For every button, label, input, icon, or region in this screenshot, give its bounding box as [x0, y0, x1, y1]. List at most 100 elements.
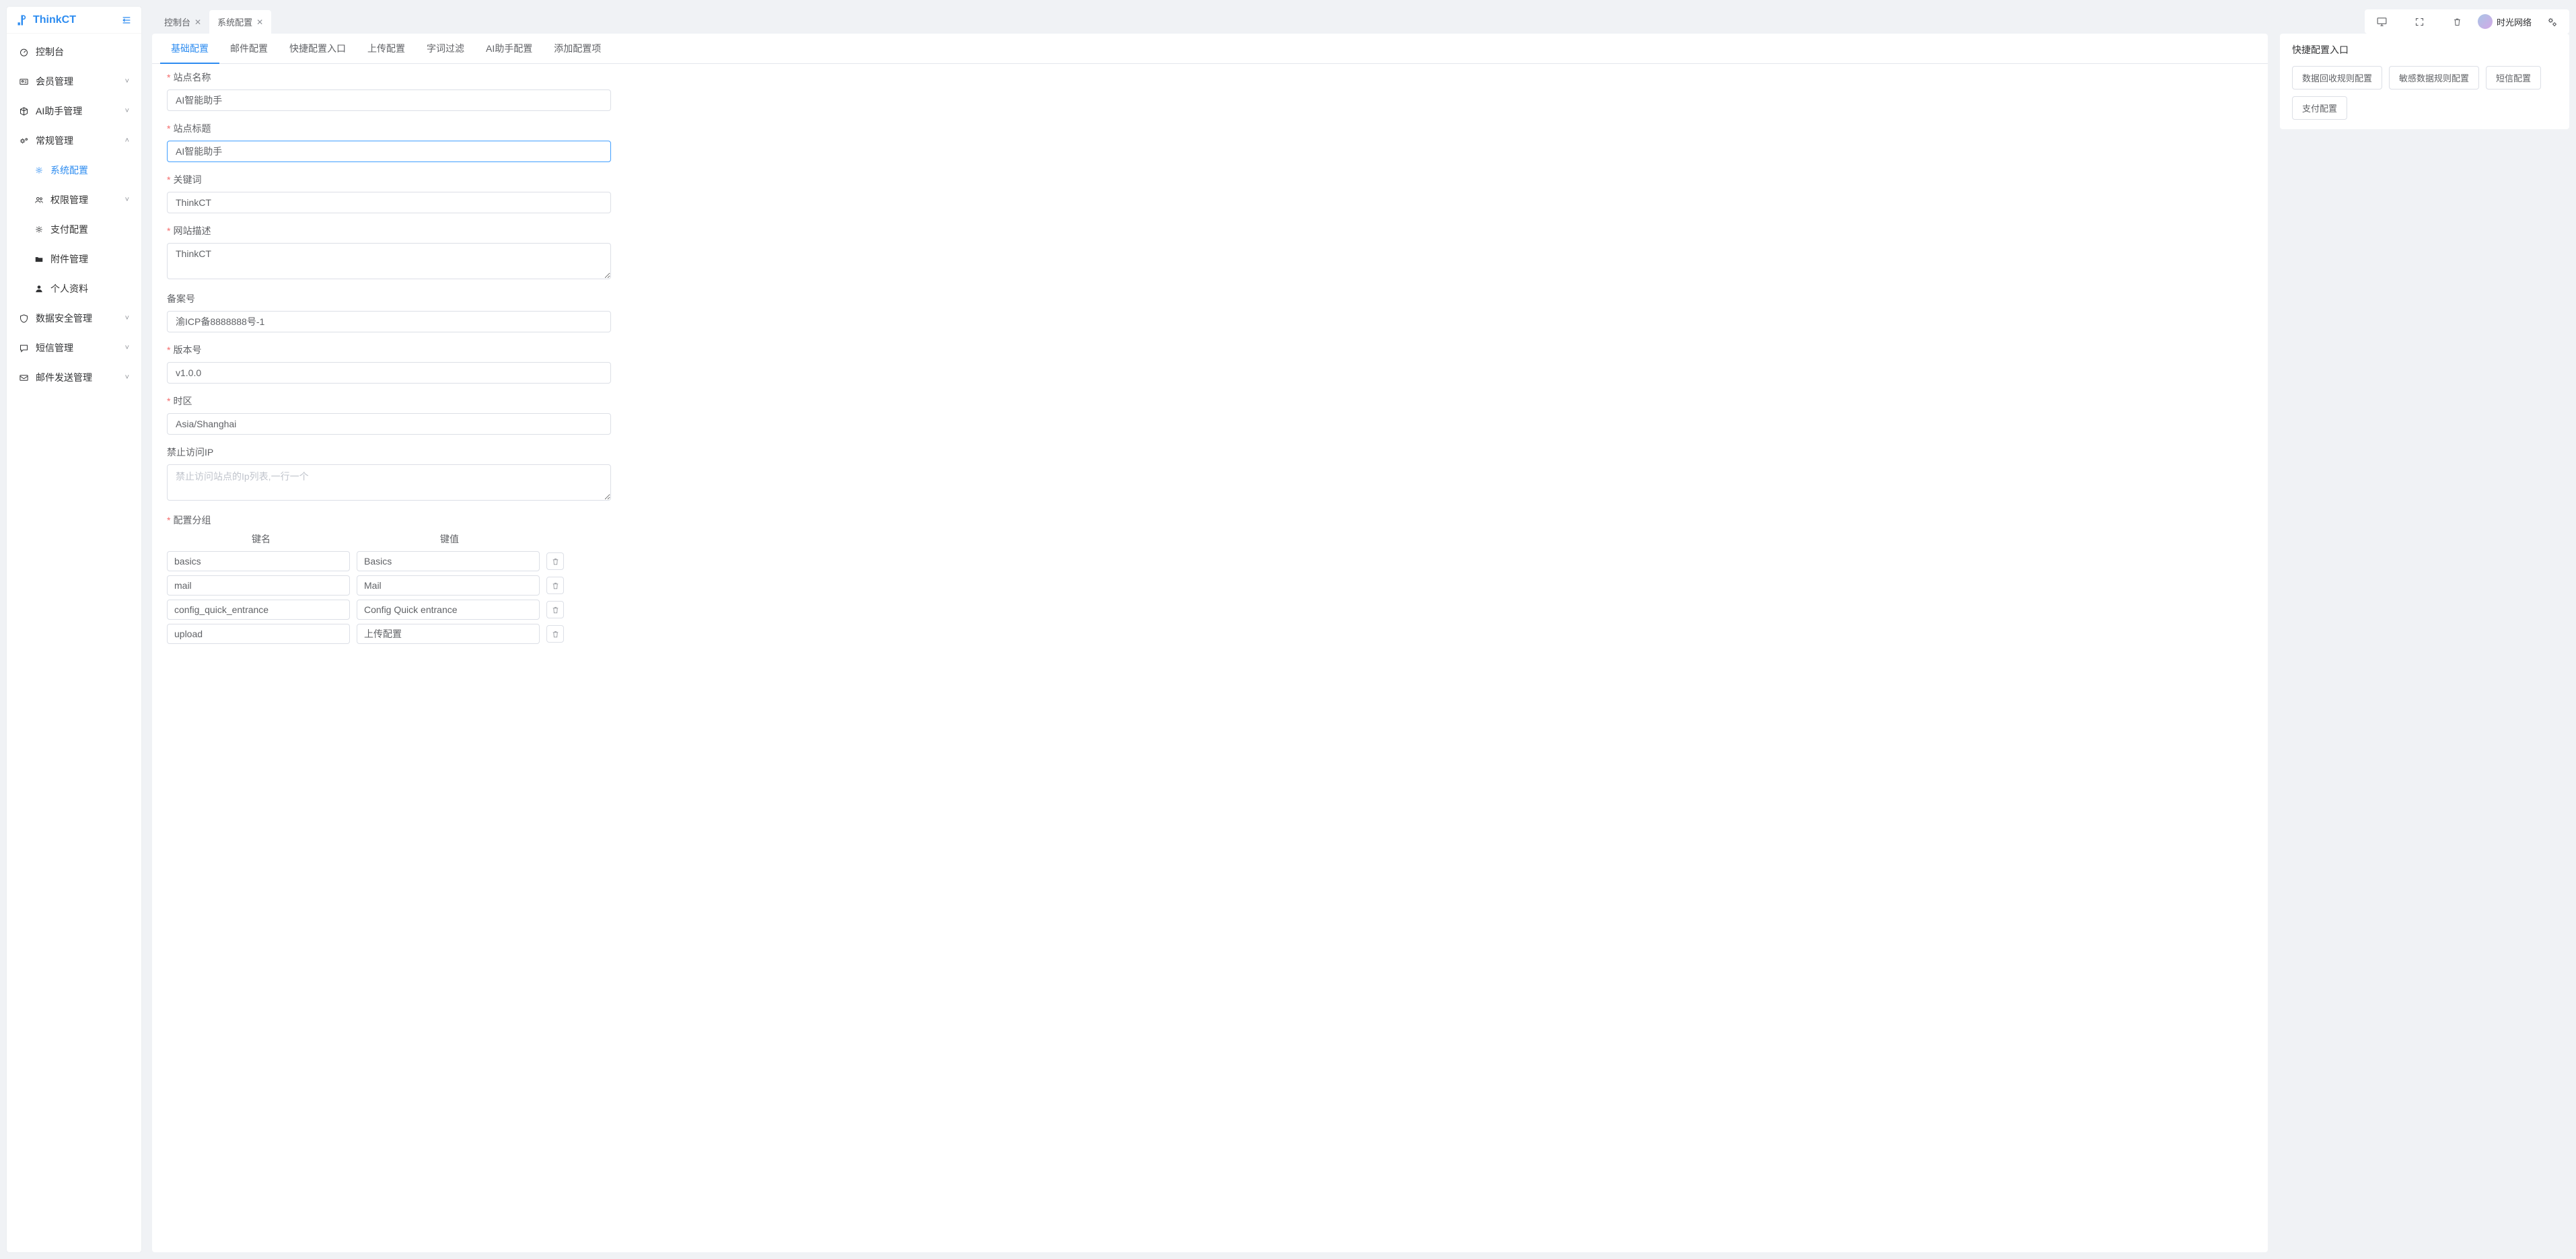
kv-row [167, 575, 2253, 596]
page-tab[interactable]: 控制台 ✕ [156, 10, 209, 34]
input-version[interactable] [167, 362, 611, 384]
config-tab[interactable]: AI助手配置 [475, 34, 543, 63]
user-icon [34, 284, 44, 293]
input-icp[interactable] [167, 311, 611, 332]
shield-icon [19, 314, 29, 324]
delete-row-button[interactable] [546, 552, 564, 570]
close-icon[interactable]: ✕ [194, 17, 201, 27]
submenu-gears[interactable]: 常规管理 ˄ [7, 126, 141, 155]
close-icon[interactable]: ✕ [256, 17, 263, 27]
submenu-cube[interactable]: AI助手管理 ˅ [7, 96, 141, 126]
submenu-mail[interactable]: 邮件发送管理˅ [7, 363, 141, 392]
submenu-item[interactable]: 权限管理˅ [7, 185, 141, 215]
config-tab[interactable]: 上传配置 [357, 34, 416, 63]
config-tab[interactable]: 快捷配置入口 [279, 34, 357, 63]
menu-label: 邮件发送管理 [36, 371, 92, 384]
input-site-name[interactable] [167, 89, 611, 111]
config-tab[interactable]: 字词过滤 [416, 34, 475, 63]
label-site-name: *站点名称 [167, 71, 2253, 84]
sidebar-menu: 控制台会员管理 ˅ AI助手管理 ˅ 常规管理 ˄ 系统配置权限管理˅支付配置附件管理个人资… [7, 34, 141, 1252]
kv-key-input[interactable] [167, 551, 350, 571]
label-icp: 备案号 [167, 292, 2253, 305]
chevron-down-icon: ˅ [125, 107, 129, 115]
field-keywords: *关键词 [167, 173, 2253, 213]
delete-row-button[interactable] [546, 601, 564, 618]
chat-icon [19, 343, 29, 353]
settings-gears-icon[interactable] [2537, 9, 2567, 34]
field-description: *网站描述 ThinkCT [167, 224, 2253, 281]
submenu-label: 个人资料 [50, 282, 88, 295]
submenu-label: 系统配置 [50, 164, 88, 177]
sidebar-header: ThinkCT [7, 7, 141, 34]
menu-label: 常规管理 [36, 134, 73, 147]
kv-key-input[interactable] [167, 624, 350, 644]
menu-item-dashboard[interactable]: 控制台 [7, 37, 141, 67]
config-tab[interactable]: 基础配置 [160, 34, 219, 63]
kv-rows [167, 551, 2253, 644]
label-timezone: *时区 [167, 394, 2253, 408]
gears-icon [19, 136, 29, 146]
field-site-title: *站点标题 [167, 122, 2253, 162]
kv-val-input[interactable] [357, 624, 540, 644]
submenu-shield[interactable]: 数据安全管理˅ [7, 303, 141, 333]
kv-val-input[interactable] [357, 600, 540, 620]
kv-val-input[interactable] [357, 551, 540, 571]
tab-label: 系统配置 [217, 15, 252, 28]
submenu-item[interactable]: 附件管理 [7, 244, 141, 274]
config-tabs: 基础配置邮件配置快捷配置入口上传配置字词过滤AI助手配置添加配置项 [152, 34, 2268, 64]
submenu-id-card[interactable]: 会员管理 ˅ [7, 67, 141, 96]
submenu-label: 附件管理 [50, 252, 88, 266]
menu-label: AI助手管理 [36, 104, 82, 118]
menu-label: 控制台 [36, 45, 64, 59]
main-area: 控制台 ✕ 系统配置 ✕ 时光网络 [141, 0, 2576, 1252]
username: 时光网络 [2497, 15, 2532, 28]
brand-logo[interactable]: ThinkCT [16, 13, 76, 27]
textarea-forbid-ip[interactable] [167, 464, 611, 501]
tab-label: 控制台 [164, 15, 190, 28]
config-tab[interactable]: 邮件配置 [219, 34, 279, 63]
submenu-item[interactable]: 支付配置 [7, 215, 141, 244]
quick-config-button[interactable]: 敏感数据规则配置 [2389, 66, 2479, 89]
input-site-title[interactable] [167, 141, 611, 162]
field-version: *版本号 [167, 343, 2253, 384]
textarea-description[interactable]: ThinkCT [167, 243, 611, 279]
field-icp: 备案号 [167, 292, 2253, 332]
chevron-down-icon: ˅ [125, 77, 129, 85]
collapse-sidebar-icon[interactable] [121, 15, 132, 26]
menu-label: 会员管理 [36, 75, 73, 88]
page-tab[interactable]: 系统配置 ✕ [209, 10, 271, 34]
kv-key-input[interactable] [167, 575, 350, 596]
users-icon [34, 195, 44, 205]
kv-head-val: 键值 [355, 532, 544, 546]
submenu-item[interactable]: 个人资料 [7, 274, 141, 303]
quick-config-button[interactable]: 支付配置 [2292, 96, 2347, 120]
label-version: *版本号 [167, 343, 2253, 357]
delete-row-button[interactable] [546, 625, 564, 643]
brand-icon [16, 13, 30, 27]
submenu-chat[interactable]: 短信管理˅ [7, 333, 141, 363]
chevron-up-icon: ˄ [125, 137, 129, 145]
input-keywords[interactable] [167, 192, 611, 213]
form-body: *站点名称 *站点标题 *关键词 *网站描述 ThinkCT [152, 64, 2268, 1252]
quick-config-buttons: 数据回收规则配置敏感数据规则配置短信配置支付配置 [2292, 66, 2557, 120]
input-timezone[interactable] [167, 413, 611, 435]
page-tabs: 控制台 ✕ 系统配置 ✕ [148, 7, 271, 34]
gear-icon [34, 225, 44, 234]
kv-val-input[interactable] [357, 575, 540, 596]
kv-head-key: 键名 [167, 532, 355, 546]
monitor-icon[interactable] [2367, 9, 2397, 34]
field-forbid-ip: 禁止访问IP [167, 445, 2253, 503]
user-menu[interactable]: 时光网络 [2472, 14, 2537, 29]
config-tab[interactable]: 添加配置项 [543, 34, 612, 63]
brand-text: ThinkCT [33, 14, 76, 26]
menu-label: 数据安全管理 [36, 312, 92, 325]
kv-key-input[interactable] [167, 600, 350, 620]
delete-row-button[interactable] [546, 577, 564, 594]
quick-config-title: 快捷配置入口 [2292, 43, 2557, 57]
fullscreen-icon[interactable] [2405, 9, 2435, 34]
submenu-item[interactable]: 系统配置 [7, 155, 141, 185]
quick-config-button[interactable]: 数据回收规则配置 [2292, 66, 2382, 89]
trash-icon[interactable] [2443, 9, 2472, 34]
avatar [2478, 14, 2493, 29]
quick-config-button[interactable]: 短信配置 [2486, 66, 2541, 89]
